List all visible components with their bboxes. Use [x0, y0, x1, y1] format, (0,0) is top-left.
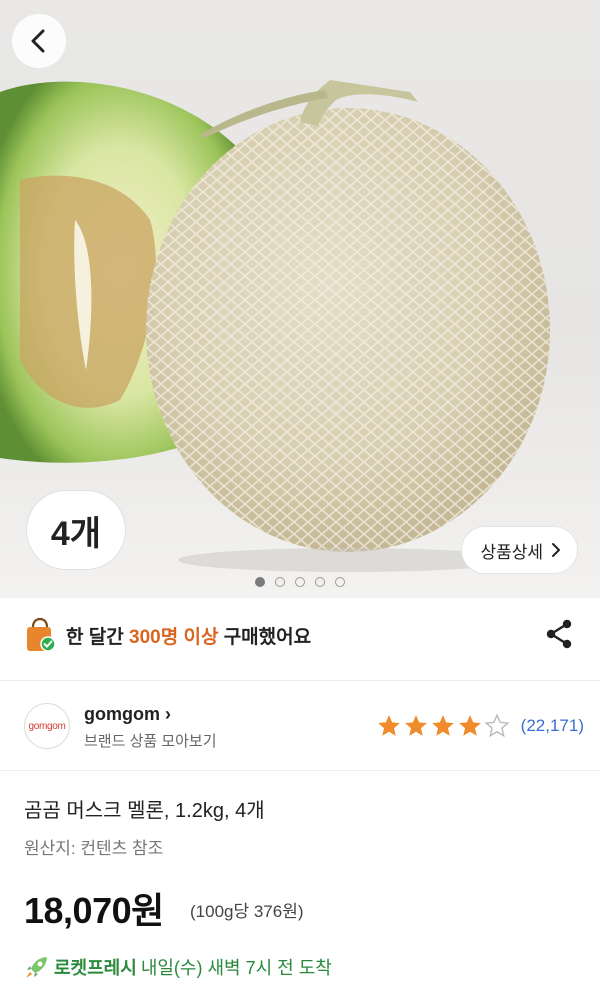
carousel-dot[interactable] [315, 577, 325, 587]
section-divider [0, 770, 600, 771]
review-count[interactable]: (22,171) [521, 716, 584, 736]
star-icon [405, 715, 427, 736]
brand-logo-text: gomgom [28, 720, 66, 732]
product-price: 18,070원 [24, 890, 164, 931]
star-icon [484, 713, 510, 738]
brand-name: gomgom [84, 704, 160, 724]
chevron-right-icon: › [165, 704, 172, 724]
section-divider [0, 680, 600, 681]
product-image-carousel[interactable]: 4개 상품상세 [0, 0, 600, 598]
delivery-info: 로켓프레시 내일(수) 새벽 7시 전 도착 [24, 954, 332, 980]
carousel-indicator [0, 577, 600, 591]
brand-products-link[interactable]: 브랜드 상품 모아보기 [84, 730, 217, 751]
carousel-dot[interactable] [335, 577, 345, 587]
quantity-badge: 4개 [26, 490, 126, 570]
product-detail-label: 상품상세 [480, 542, 543, 562]
brand-logo[interactable]: gomgom [24, 703, 70, 749]
purchase-count-text: 한 달간 300명 이상 구매했어요 [66, 622, 311, 649]
product-detail-button[interactable]: 상품상세 [461, 526, 578, 574]
rating-stars[interactable] [376, 713, 510, 739]
rocket-icon [26, 957, 47, 978]
purchase-prefix: 한 달간 [66, 626, 129, 648]
share-icon[interactable] [544, 618, 574, 650]
purchase-highlight: 300명 이상 [129, 626, 219, 648]
delivery-eta: 내일(수) 새벽 7시 전 도착 [140, 958, 332, 978]
carousel-dot[interactable] [255, 577, 265, 587]
purchase-suffix: 구매했어요 [218, 626, 312, 648]
carousel-dot[interactable] [295, 577, 305, 587]
product-title: 곰곰 머스크 멜론, 1.2kg, 4개 [24, 800, 265, 822]
product-origin: 원산지: 컨텐츠 참조 [24, 839, 164, 858]
star-icon [378, 715, 400, 736]
unit-price: (100g당 376원) [190, 902, 304, 921]
brand-row[interactable]: gomgom gomgom › 브랜드 상품 모아보기 (22,171) [24, 700, 584, 752]
rocket-fresh-badge: 로켓프레시 [54, 958, 137, 978]
brand-name-link[interactable]: gomgom › [84, 704, 171, 725]
carousel-dot[interactable] [275, 577, 285, 587]
purchase-count-row: 한 달간 300명 이상 구매했어요 [24, 614, 576, 656]
back-button[interactable] [12, 14, 66, 68]
back-arrow-icon [31, 29, 45, 53]
star-icon [432, 715, 454, 736]
shopping-bag-icon [27, 617, 56, 652]
chevron-right-icon [552, 543, 560, 557]
star-icon [459, 715, 481, 736]
